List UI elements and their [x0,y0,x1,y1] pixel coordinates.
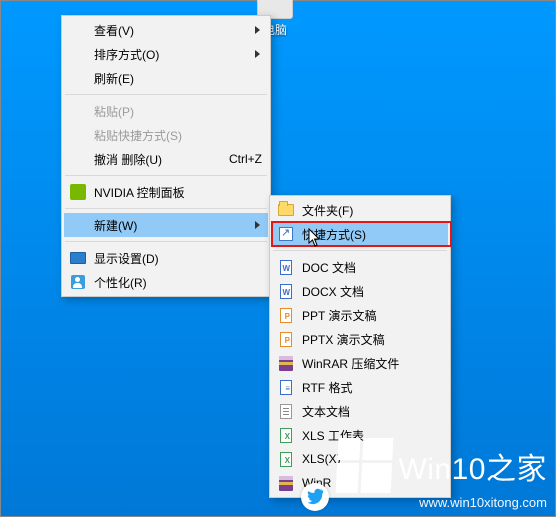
menu-label: 刷新(E) [94,70,134,87]
display-icon [70,250,86,266]
menu-label: DOCX 文档 [302,283,364,300]
menu-label: PPTX 演示文稿 [302,331,385,348]
xls-icon: X [278,427,294,443]
menu-separator [65,175,267,176]
menu-label: WinRAR 压缩文件 [302,355,399,372]
menu-item-new[interactable]: 新建(W) [64,213,268,237]
menu-separator [65,241,267,242]
menu-label: 快捷方式(S) [302,226,366,243]
watermark: Win10之家 www.win10xitong.com [337,438,547,510]
menu-item-pptx[interactable]: P PPTX 演示文稿 [272,327,448,351]
rtf-icon: ≡ [278,379,294,395]
menu-label: XLS(X) [302,452,341,466]
menu-label: DOC 文档 [302,259,356,276]
menu-label: 显示设置(D) [94,250,159,267]
menu-separator [65,208,267,209]
nvidia-icon [70,184,86,200]
menu-label: 粘贴快捷方式(S) [94,127,182,144]
menu-shortcut: Ctrl+Z [229,152,262,166]
winrar-icon [278,355,294,371]
shortcut-icon [278,226,294,242]
winrar-zip-icon [278,475,294,491]
doc-icon: W [278,259,294,275]
xlsx-icon: X [278,451,294,467]
chevron-right-icon [255,221,260,229]
pptx-icon: P [278,331,294,347]
personalize-icon [70,274,86,290]
menu-item-ppt[interactable]: P PPT 演示文稿 [272,303,448,327]
context-menu-desktop: 查看(V) 排序方式(O) 刷新(E) 粘贴(P) 粘贴快捷方式(S) 撤消 删… [61,15,271,297]
txt-icon [278,403,294,419]
menu-item-rtf[interactable]: ≡ RTF 格式 [272,375,448,399]
menu-label: 个性化(R) [94,274,147,291]
menu-item-undo-delete[interactable]: 撤消 删除(U) Ctrl+Z [64,147,268,171]
menu-separator [273,250,447,251]
menu-label: 文件夹(F) [302,202,353,219]
menu-label: 查看(V) [94,22,134,39]
menu-item-display-settings[interactable]: 显示设置(D) [64,246,268,270]
watermark-brand: Win10之家 [398,444,547,488]
watermark-url: www.win10xitong.com [337,495,547,510]
menu-item-folder[interactable]: 文件夹(F) [272,198,448,222]
menu-item-txt[interactable]: 文本文档 [272,399,448,423]
menu-item-doc[interactable]: W DOC 文档 [272,255,448,279]
menu-item-sort[interactable]: 排序方式(O) [64,42,268,66]
menu-item-view[interactable]: 查看(V) [64,18,268,42]
menu-separator [65,94,267,95]
menu-item-paste: 粘贴(P) [64,99,268,123]
ppt-icon: P [278,307,294,323]
menu-label: 排序方式(O) [94,46,159,63]
menu-label: RTF 格式 [302,379,352,396]
folder-icon [278,202,294,218]
menu-label: 新建(W) [94,217,137,234]
menu-label: 撤消 删除(U) [94,151,162,168]
menu-item-docx[interactable]: W DOCX 文档 [272,279,448,303]
chevron-right-icon [255,50,260,58]
menu-label: 文本文档 [302,403,350,420]
menu-label: 粘贴(P) [94,103,134,120]
menu-item-personalize[interactable]: 个性化(R) [64,270,268,294]
twitter-icon [301,483,329,511]
menu-item-refresh[interactable]: 刷新(E) [64,66,268,90]
chevron-right-icon [255,26,260,34]
menu-item-winrar[interactable]: WinRAR 压缩文件 [272,351,448,375]
menu-label: NVIDIA 控制面板 [94,184,185,201]
docx-icon: W [278,283,294,299]
menu-label: PPT 演示文稿 [302,307,376,324]
menu-item-shortcut[interactable]: 快捷方式(S) [272,222,448,246]
menu-item-nvidia[interactable]: NVIDIA 控制面板 [64,180,268,204]
windows-logo-icon [336,438,394,493]
menu-item-paste-shortcut: 粘贴快捷方式(S) [64,123,268,147]
